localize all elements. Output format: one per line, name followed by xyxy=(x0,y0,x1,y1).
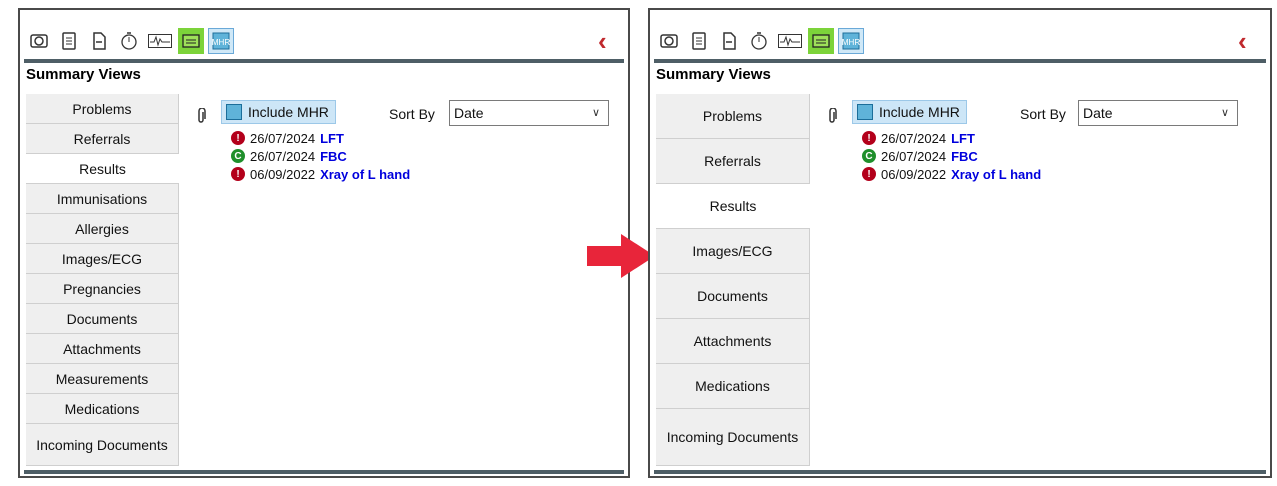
tab-allergies[interactable]: Allergies xyxy=(26,214,179,244)
summary-views-well: Problems Referrals Results Images/ECG Docume… xyxy=(656,94,1264,466)
tab-pregnancies[interactable]: Pregnancies xyxy=(26,274,179,304)
result-item[interactable]: C 26/07/2024 FBC xyxy=(862,148,978,164)
result-item[interactable]: ! 06/09/2022 Xray of L hand xyxy=(231,166,410,182)
result-item[interactable]: C 26/07/2024 FBC xyxy=(231,148,347,164)
result-name-link[interactable]: Xray of L hand xyxy=(320,167,410,182)
summary-panel-after: MHR ‹ Summary Views Problems Referrals Res… xyxy=(648,8,1272,478)
results-pane: Include MHR Sort By Date ∨ ! 26/07/2024 LF… xyxy=(810,94,1264,466)
image-folder-icon[interactable] xyxy=(808,28,834,54)
tab-documents[interactable]: Documents xyxy=(26,304,179,334)
summary-views-well: Problems Referrals Results Immunisations All… xyxy=(26,94,622,466)
results-pane: Include MHR Sort By Date ∨ ! 26/07/2024 LF… xyxy=(179,94,622,466)
svg-text:MHR: MHR xyxy=(842,38,860,47)
result-name-link[interactable]: FBC xyxy=(951,149,978,164)
collapse-chevron-icon[interactable]: ‹ xyxy=(1238,28,1247,54)
ecg-icon[interactable] xyxy=(776,28,804,54)
result-date: 26/07/2024 xyxy=(881,148,947,164)
result-item[interactable]: ! 06/09/2022 Xray of L hand xyxy=(862,166,1041,182)
transition-arrow-icon xyxy=(587,234,655,278)
stopwatch-icon[interactable] xyxy=(116,28,142,54)
mhr-icon[interactable]: MHR xyxy=(208,28,234,54)
tab-medications[interactable]: Medications xyxy=(26,394,179,424)
tab-documents[interactable]: Documents xyxy=(656,274,810,319)
tab-attachments[interactable]: Attachments xyxy=(26,334,179,364)
sort-by-select[interactable]: Date ∨ xyxy=(449,100,609,126)
tab-attachments[interactable]: Attachments xyxy=(656,319,810,364)
result-name-link[interactable]: FBC xyxy=(320,149,347,164)
abnormal-result-icon: ! xyxy=(231,167,245,181)
result-date: 26/07/2024 xyxy=(250,148,316,164)
result-date: 06/09/2022 xyxy=(881,166,947,182)
mhr-icon[interactable]: MHR xyxy=(838,28,864,54)
sort-by-select[interactable]: Date ∨ xyxy=(1078,100,1238,126)
tab-images-ecg[interactable]: Images/ECG xyxy=(26,244,179,274)
image-folder-icon[interactable] xyxy=(178,28,204,54)
camera-icon[interactable] xyxy=(656,28,682,54)
result-name-link[interactable]: Xray of L hand xyxy=(951,167,1041,182)
tab-problems[interactable]: Problems xyxy=(26,94,179,124)
collapse-chevron-icon[interactable]: ‹ xyxy=(598,28,607,54)
sort-by-label: Sort By xyxy=(1020,106,1066,122)
abnormal-result-icon: ! xyxy=(862,131,876,145)
chevron-down-icon: ∨ xyxy=(591,107,600,119)
include-mhr-button[interactable]: Include MHR xyxy=(852,100,967,124)
summary-tabs: Problems Referrals Results Immunisations All… xyxy=(26,94,179,466)
result-item[interactable]: ! 26/07/2024 LFT xyxy=(231,130,344,146)
tab-images-ecg[interactable]: Images/ECG xyxy=(656,229,810,274)
tab-referrals[interactable]: Referrals xyxy=(26,124,179,154)
result-item[interactable]: ! 26/07/2024 LFT xyxy=(862,130,975,146)
page-title: Summary Views xyxy=(656,66,771,83)
include-mhr-label: Include MHR xyxy=(879,104,960,120)
chevron-down-icon: ∨ xyxy=(1220,107,1229,119)
page-title: Summary Views xyxy=(26,66,141,83)
ecg-icon[interactable] xyxy=(146,28,174,54)
divider xyxy=(654,59,1266,63)
document-icon[interactable] xyxy=(716,28,742,54)
notepad-icon[interactable] xyxy=(56,28,82,54)
mhr-icon xyxy=(226,104,242,120)
sort-by-value: Date xyxy=(1083,105,1113,121)
result-name-link[interactable]: LFT xyxy=(320,131,344,146)
tab-incoming-documents[interactable]: Incoming Documents xyxy=(26,424,179,466)
sort-by-label: Sort By xyxy=(389,106,435,122)
tab-problems[interactable]: Problems xyxy=(656,94,810,139)
result-date: 26/07/2024 xyxy=(881,130,947,146)
summary-panel-before: MHR ‹ Summary Views Problems Referrals Res… xyxy=(18,8,630,478)
result-date: 06/09/2022 xyxy=(250,166,316,182)
camera-icon[interactable] xyxy=(26,28,52,54)
include-mhr-label: Include MHR xyxy=(248,104,329,120)
svg-text:MHR: MHR xyxy=(212,38,230,47)
abnormal-result-icon: ! xyxy=(862,167,876,181)
tab-results[interactable]: Results xyxy=(26,154,179,184)
tab-immunisations[interactable]: Immunisations xyxy=(26,184,179,214)
tab-measurements[interactable]: Measurements xyxy=(26,364,179,394)
normal-result-icon: C xyxy=(231,149,245,163)
result-date: 26/07/2024 xyxy=(250,130,316,146)
tab-referrals[interactable]: Referrals xyxy=(656,139,810,184)
document-icon[interactable] xyxy=(86,28,112,54)
normal-result-icon: C xyxy=(862,149,876,163)
abnormal-result-icon: ! xyxy=(231,131,245,145)
bottom-divider xyxy=(24,470,624,474)
sort-by-value: Date xyxy=(454,105,484,121)
bottom-divider xyxy=(654,470,1266,474)
attachment-icon[interactable] xyxy=(195,107,207,124)
result-name-link[interactable]: LFT xyxy=(951,131,975,146)
tab-incoming-documents[interactable]: Incoming Documents xyxy=(656,409,810,466)
include-mhr-button[interactable]: Include MHR xyxy=(221,100,336,124)
divider xyxy=(24,59,624,63)
summary-tabs: Problems Referrals Results Images/ECG Docume… xyxy=(656,94,810,466)
stopwatch-icon[interactable] xyxy=(746,28,772,54)
tab-results[interactable]: Results xyxy=(656,184,810,229)
attachment-icon[interactable] xyxy=(826,107,838,124)
notepad-icon[interactable] xyxy=(686,28,712,54)
tab-medications[interactable]: Medications xyxy=(656,364,810,409)
mhr-icon xyxy=(857,104,873,120)
